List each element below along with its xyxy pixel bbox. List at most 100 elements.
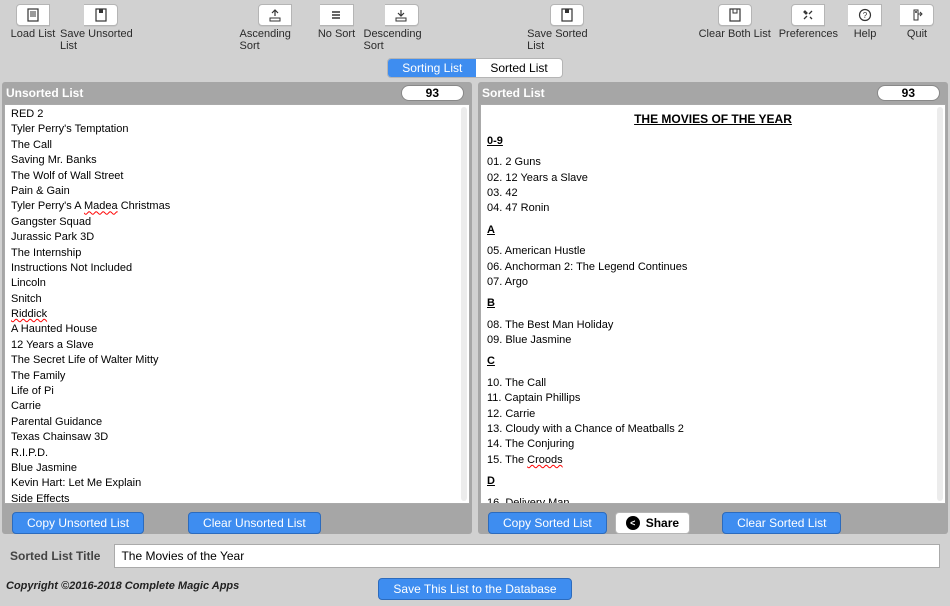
- list-item: R.I.P.D.: [11, 446, 463, 461]
- clear-unsorted-button[interactable]: Clear Unsorted List: [188, 512, 321, 534]
- toolbar: Load List Save Unsorted List Ascending S…: [0, 0, 950, 54]
- list-item: Riddick: [11, 307, 463, 322]
- share-icon: <: [626, 516, 640, 530]
- document-icon: [26, 8, 40, 22]
- clear-both-label: Clear Both List: [699, 28, 771, 40]
- sorted-panel: Sorted List 93 THE MOVIES OF THE YEAR 0-…: [478, 82, 948, 534]
- tab-sorting-list[interactable]: Sorting List: [388, 59, 476, 77]
- list-item: 16. Delivery Man: [487, 496, 939, 504]
- list-item: RED 2: [11, 107, 463, 122]
- list-item: 01. 2 Guns: [487, 155, 939, 170]
- unsorted-count: 93: [401, 85, 464, 101]
- copyright: Copyright ©2016-2018 Complete Magic Apps: [6, 580, 239, 592]
- section-header: B: [487, 296, 939, 311]
- section-header: 0-9: [487, 134, 939, 149]
- clear-icon: [728, 8, 742, 22]
- save-unsorted-button[interactable]: Save Unsorted List: [60, 4, 143, 52]
- list-item: Lincoln: [11, 276, 463, 291]
- descending-sort-button[interactable]: Descending Sort: [364, 4, 440, 52]
- save-sorted-button[interactable]: Save Sorted List: [527, 4, 607, 52]
- load-list-button[interactable]: Load List: [8, 4, 58, 52]
- list-item: Pain & Gain: [11, 184, 463, 199]
- lines-icon: [329, 8, 343, 22]
- share-label: Share: [646, 516, 679, 530]
- title-form: Sorted List Title: [0, 534, 950, 572]
- list-item: Tyler Perry's A Madea Christmas: [11, 199, 463, 214]
- list-item: The Call: [11, 138, 463, 153]
- tab-sorted-list[interactable]: Sorted List: [476, 59, 561, 77]
- save-sorted-label: Save Sorted List: [527, 28, 607, 52]
- copy-sorted-button[interactable]: Copy Sorted List: [488, 512, 607, 534]
- sorted-list-title-label: Sorted List Title: [10, 549, 100, 563]
- copy-unsorted-button[interactable]: Copy Unsorted List: [12, 512, 144, 534]
- list-item: 05. American Hustle: [487, 244, 939, 259]
- sorted-list-title-input[interactable]: [114, 544, 940, 568]
- list-item: 06. Anchorman 2: The Legend Continues: [487, 260, 939, 275]
- list-item: 15. The Croods: [487, 453, 939, 468]
- unsorted-list[interactable]: RED 2Tyler Perry's TemptationThe CallSav…: [4, 104, 470, 504]
- download-icon: [394, 8, 408, 22]
- sorted-list[interactable]: THE MOVIES OF THE YEAR 0-9 01. 2 Guns02.…: [480, 104, 946, 504]
- list-item: 08. The Best Man Holiday: [487, 318, 939, 333]
- list-item: Jurassic Park 3D: [11, 230, 463, 245]
- list-item: 04. 47 Ronin: [487, 201, 939, 216]
- sorted-count: 93: [877, 85, 940, 101]
- help-label: Help: [854, 28, 877, 40]
- save-icon: [94, 8, 108, 22]
- ascending-sort-button[interactable]: Ascending Sort: [240, 4, 310, 52]
- section-header: D: [487, 474, 939, 489]
- list-item: Instructions Not Included: [11, 261, 463, 276]
- preferences-button[interactable]: Preferences: [779, 4, 838, 40]
- list-item: 03. 42: [487, 186, 939, 201]
- list-item: Tyler Perry's Temptation: [11, 122, 463, 137]
- load-list-label: Load List: [11, 28, 56, 40]
- list-item: 13. Cloudy with a Chance of Meatballs 2: [487, 422, 939, 437]
- save-to-database-button[interactable]: Save This List to the Database: [378, 578, 571, 600]
- save-unsorted-label: Save Unsorted List: [60, 28, 143, 52]
- list-item: 12. Carrie: [487, 407, 939, 422]
- list-item: A Haunted House: [11, 322, 463, 337]
- share-button[interactable]: < Share: [615, 512, 690, 534]
- sorted-title: Sorted List: [482, 86, 545, 100]
- list-item: 07. Argo: [487, 275, 939, 290]
- section-header: C: [487, 354, 939, 369]
- sorted-heading: THE MOVIES OF THE YEAR: [487, 111, 939, 128]
- list-item: 12 Years a Slave: [11, 338, 463, 353]
- list-item: The Internship: [11, 246, 463, 261]
- svg-text:?: ?: [862, 11, 867, 20]
- quit-label: Quit: [907, 28, 927, 40]
- list-item: Blue Jasmine: [11, 461, 463, 476]
- list-item: Life of Pi: [11, 384, 463, 399]
- list-item: Texas Chainsaw 3D: [11, 430, 463, 445]
- desc-sort-label: Descending Sort: [364, 28, 440, 52]
- save-icon: [560, 8, 574, 22]
- tab-bar: Sorting List Sorted List: [0, 54, 950, 82]
- list-item: Carrie: [11, 399, 463, 414]
- list-item: 14. The Conjuring: [487, 437, 939, 452]
- section-header: A: [487, 223, 939, 238]
- preferences-label: Preferences: [779, 28, 838, 40]
- quit-button[interactable]: Quit: [892, 4, 942, 40]
- list-item: Gangster Squad: [11, 215, 463, 230]
- unsorted-title: Unsorted List: [6, 86, 83, 100]
- list-item: Side Effects: [11, 492, 463, 504]
- clear-both-button[interactable]: Clear Both List: [695, 4, 775, 40]
- upload-icon: [268, 8, 282, 22]
- list-item: 09. Blue Jasmine: [487, 333, 939, 348]
- list-item: Kevin Hart: Let Me Explain: [11, 476, 463, 491]
- list-item: 10. The Call: [487, 376, 939, 391]
- help-button[interactable]: ? Help: [840, 4, 890, 40]
- exit-icon: [910, 8, 924, 22]
- unsorted-panel: Unsorted List 93 RED 2Tyler Perry's Temp…: [2, 82, 472, 534]
- no-sort-label: No Sort: [318, 28, 355, 40]
- list-item: Parental Guidance: [11, 415, 463, 430]
- no-sort-button[interactable]: No Sort: [312, 4, 362, 52]
- tools-icon: [801, 8, 815, 22]
- list-item: 02. 12 Years a Slave: [487, 171, 939, 186]
- list-item: The Wolf of Wall Street: [11, 169, 463, 184]
- list-item: The Secret Life of Walter Mitty: [11, 353, 463, 368]
- help-icon: ?: [858, 8, 872, 22]
- list-item: The Family: [11, 369, 463, 384]
- clear-sorted-button[interactable]: Clear Sorted List: [722, 512, 841, 534]
- list-item: 11. Captain Phillips: [487, 391, 939, 406]
